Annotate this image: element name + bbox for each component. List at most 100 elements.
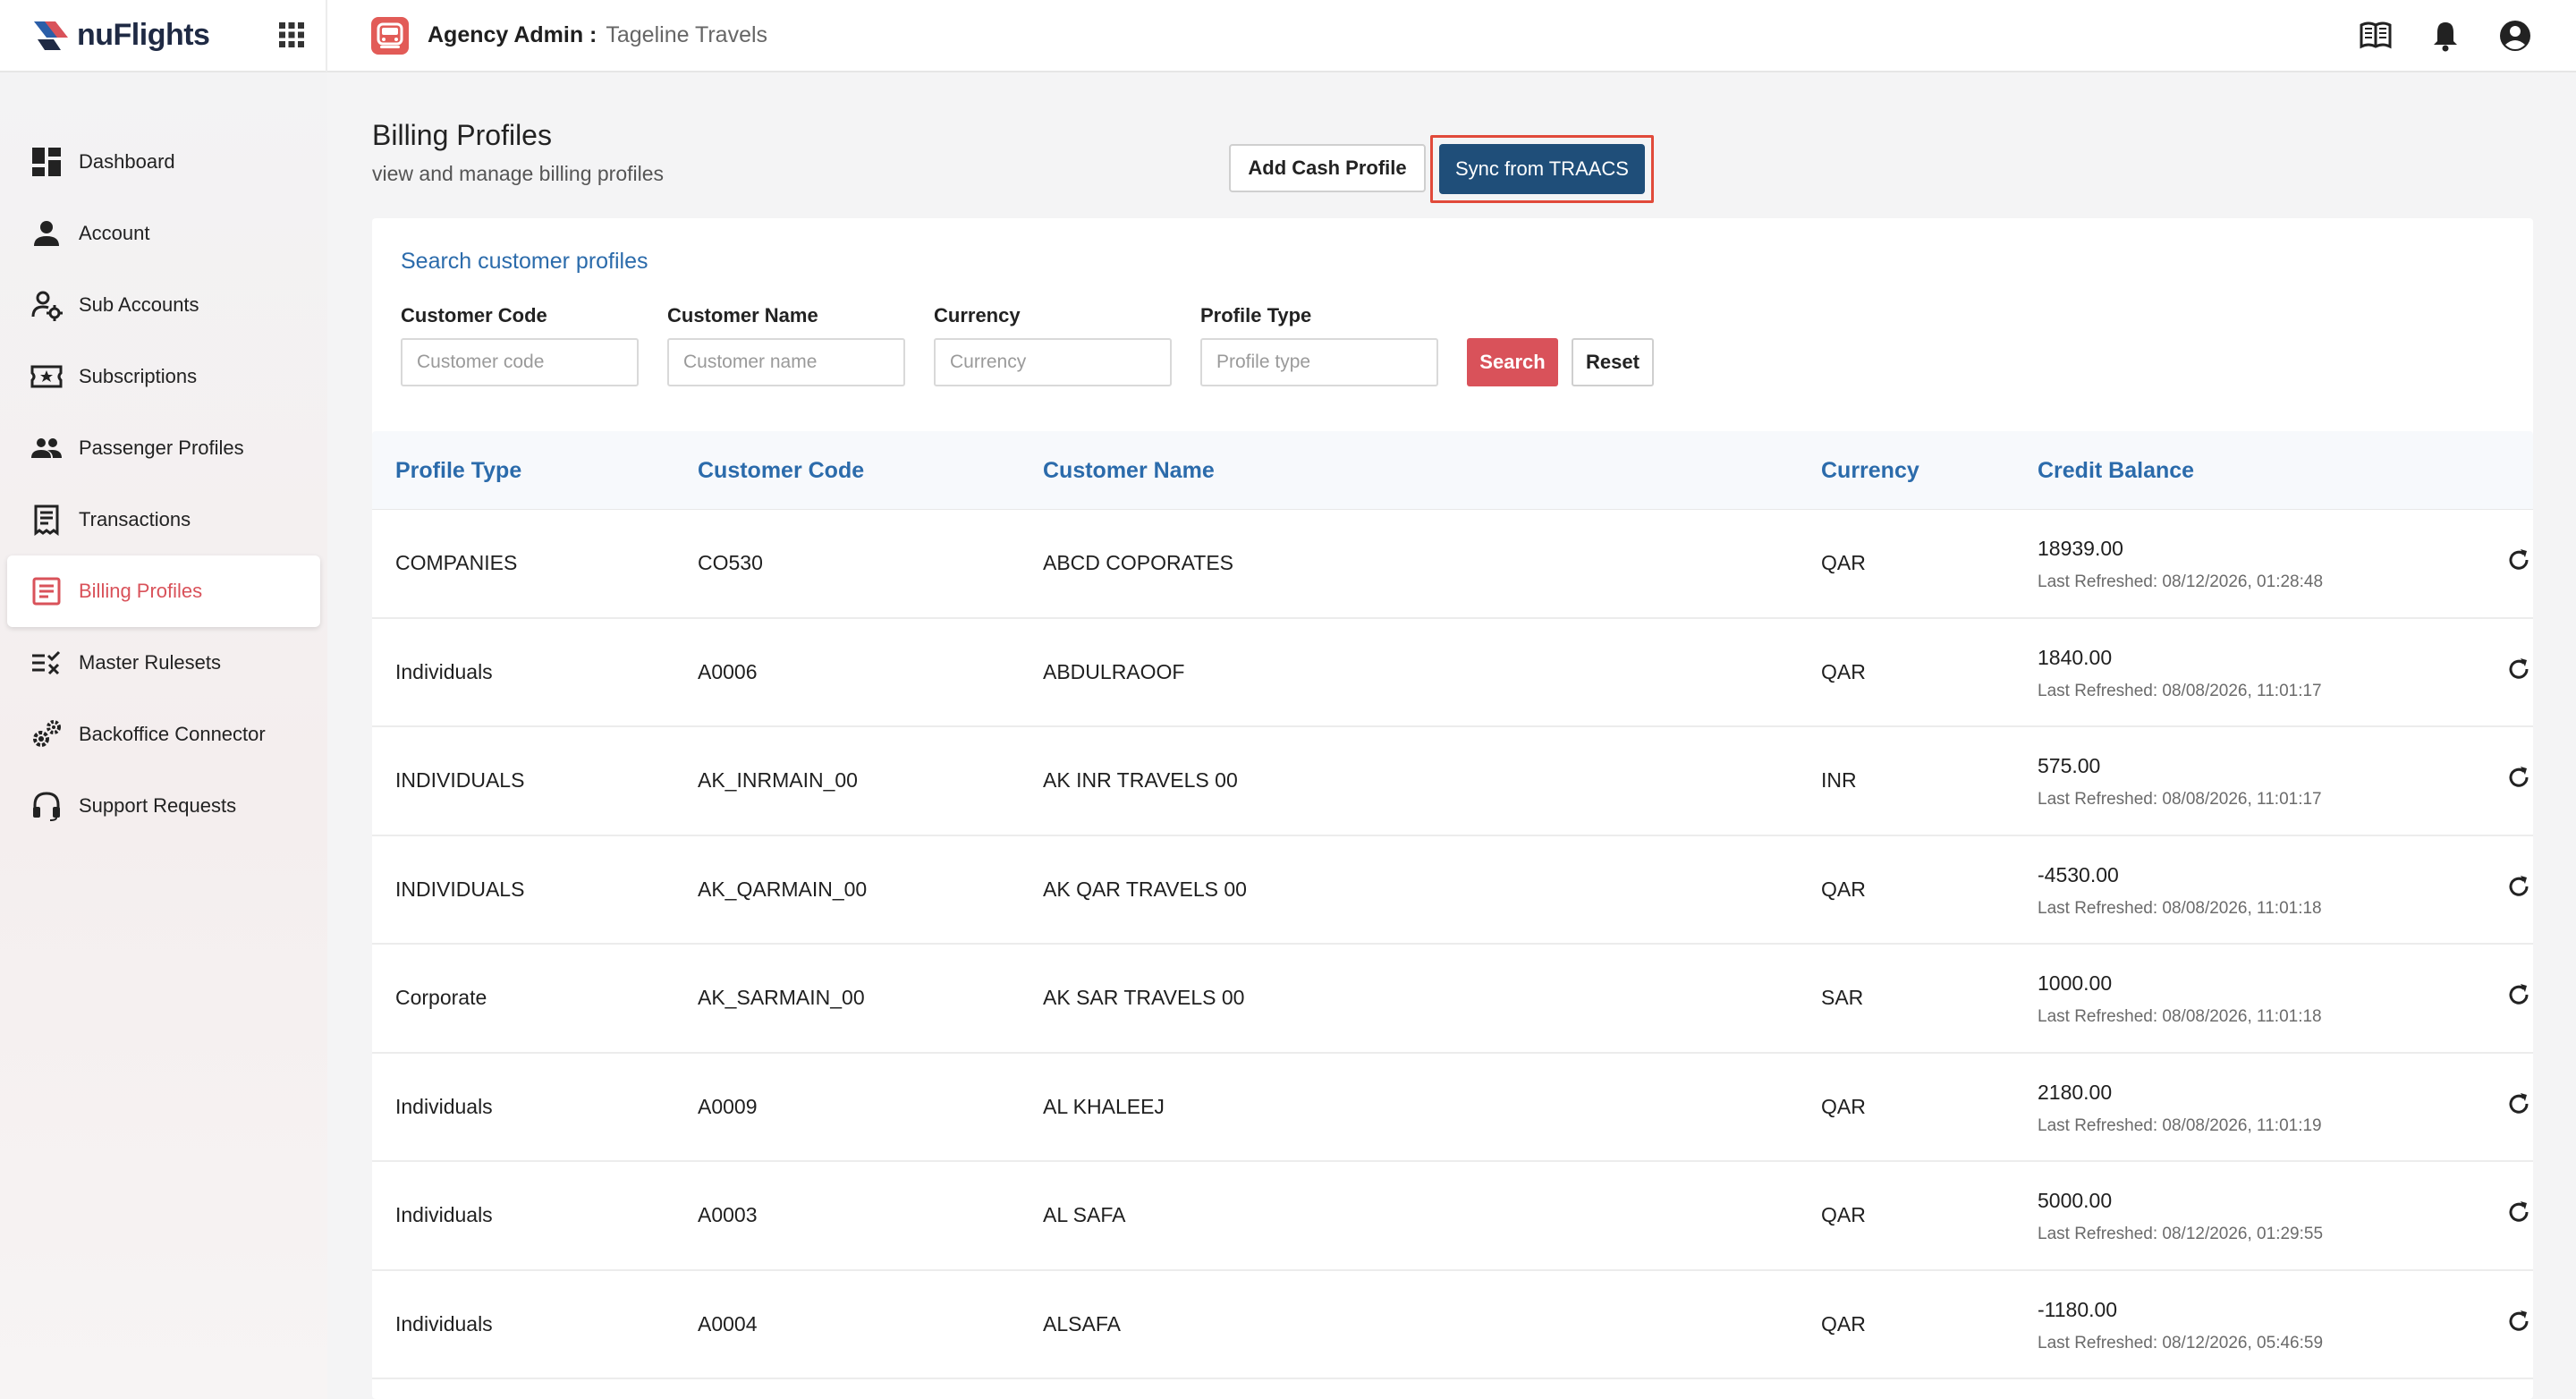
table-row[interactable]: INDIVIDUALS AK_QARMAIN_00 AK QAR TRAVELS… (372, 836, 2533, 945)
sidebar-item-account[interactable]: Account (7, 198, 320, 269)
cell-currency: SAR (1821, 986, 1864, 1009)
cell-credit-balance: 575.00 (2038, 754, 2101, 777)
cell-profile-type: Individuals (395, 659, 493, 683)
table-row[interactable]: Individuals A0003 AL SAFA QAR 5000.00 La… (372, 1162, 2533, 1271)
search-title: Search customer profiles (401, 249, 648, 274)
cell-last-refreshed: Last Refreshed: 08/08/2026, 11:01:17 (2038, 681, 2322, 700)
cell-customer-code: A0003 (698, 1203, 758, 1226)
cell-profile-type: Individuals (395, 1311, 493, 1335)
table-row[interactable]: Individuals A0006 ABDULRAOOF QAR 1840.00… (372, 619, 2533, 727)
sidebar-item-backoffice-connector[interactable]: Backoffice Connector (7, 699, 320, 770)
table-row[interactable]: Individuals A0004 ALSAFA QAR -1180.00 La… (372, 1271, 2533, 1379)
add-cash-profile-button[interactable]: Add Cash Profile (1229, 144, 1426, 192)
search-button[interactable]: Search (1467, 338, 1558, 386)
cell-currency: QAR (1821, 659, 1866, 683)
sidebar-item-subscriptions[interactable]: Subscriptions (7, 341, 320, 412)
cell-credit-balance: 2180.00 (2038, 1080, 2113, 1104)
sidebar-item-label: Account (79, 222, 150, 244)
sidebar-item-billing-profiles[interactable]: Billing Profiles (7, 555, 320, 627)
refresh-icon[interactable] (2504, 1198, 2533, 1226)
table-row[interactable]: COMPANIES CO530 ABCD COPORATES QAR 18939… (372, 510, 2533, 619)
customer-name-label: Customer Name (667, 304, 818, 326)
sidebar-item-support-requests[interactable]: Support Requests (7, 770, 320, 842)
cell-profile-type: COMPANIES (395, 551, 518, 574)
sidebar-item-transactions[interactable]: Transactions (7, 484, 320, 555)
cell-credit-balance: 18939.00 (2038, 537, 2123, 560)
refresh-icon[interactable] (2504, 763, 2533, 792)
column-header-profile-type[interactable]: Profile Type (395, 458, 521, 484)
refresh-icon[interactable] (2504, 980, 2533, 1009)
profile-type-label: Profile Type (1200, 304, 1312, 326)
page-subtitle: view and manage billing profiles (372, 162, 665, 185)
customer-code-input[interactable] (401, 338, 639, 386)
cell-customer-name: ALSAFA (1043, 1311, 1121, 1335)
account-circle-icon[interactable] (2497, 18, 2533, 54)
column-header-credit-balance[interactable]: Credit Balance (2038, 458, 2194, 484)
currency-label: Currency (934, 304, 1021, 326)
people-icon (31, 438, 62, 458)
table-header: Profile Type Customer Code Customer Name… (372, 431, 2533, 510)
cell-last-refreshed: Last Refreshed: 08/08/2026, 11:01:17 (2038, 790, 2322, 809)
gears-icon (33, 720, 61, 747)
sidebar-item-label: Master Rulesets (79, 651, 221, 674)
sidebar-item-label: Dashboard (79, 150, 175, 173)
sync-from-traacs-button[interactable]: Sync from TRAACS (1439, 144, 1645, 194)
sidebar-item-label: Backoffice Connector (79, 723, 266, 745)
refresh-icon[interactable] (2504, 546, 2533, 574)
apps-grid-icon[interactable] (277, 21, 306, 49)
cell-last-refreshed: Last Refreshed: 08/08/2026, 11:01:18 (2038, 898, 2322, 918)
table-row[interactable]: Individuals A0009 AL KHALEEJ QAR 2180.00… (372, 1054, 2533, 1162)
cell-currency: QAR (1821, 551, 1866, 574)
agency-icon (371, 16, 409, 55)
cell-profile-type: Individuals (395, 1203, 493, 1226)
table-row[interactable]: INDIVIDUALS AK_INRMAIN_00 AK INR TRAVELS… (372, 727, 2533, 836)
customer-name-input[interactable] (667, 338, 905, 386)
cell-last-refreshed: Last Refreshed: 08/12/2026, 01:29:55 (2038, 1225, 2324, 1243)
top-icons (2358, 18, 2533, 54)
cell-credit-balance: 5000.00 (2038, 1189, 2113, 1212)
person-icon (34, 221, 59, 246)
cell-last-refreshed: Last Refreshed: 08/12/2026, 01:28:48 (2038, 572, 2324, 591)
refresh-icon[interactable] (2504, 1090, 2533, 1118)
cell-last-refreshed: Last Refreshed: 08/12/2026, 05:46:59 (2038, 1333, 2324, 1352)
cell-profile-type: INDIVIDUALS (395, 768, 525, 792)
cell-customer-name: ABCD COPORATES (1043, 551, 1233, 574)
agency-name: Tageline Travels (606, 22, 768, 47)
cell-customer-code: A0004 (698, 1311, 758, 1335)
cell-currency: QAR (1821, 1311, 1866, 1335)
headset-icon (33, 792, 60, 821)
refresh-icon[interactable] (2504, 1307, 2533, 1335)
cell-customer-name: AL SAFA (1043, 1203, 1126, 1226)
cell-currency: QAR (1821, 877, 1866, 901)
sidebar-item-dashboard[interactable]: Dashboard (7, 126, 320, 198)
nuflights-logo-icon (34, 21, 68, 50)
cell-customer-code: CO530 (698, 551, 763, 574)
cell-credit-balance: 1840.00 (2038, 645, 2113, 669)
sidebar-item-master-rulesets[interactable]: Master Rulesets (7, 627, 320, 699)
sidebar-item-passenger-profiles[interactable]: Passenger Profiles (7, 412, 320, 484)
main-content: Billing Profiles view and manage billing… (327, 72, 2576, 1399)
column-header-customer-name[interactable]: Customer Name (1043, 458, 1215, 484)
column-header-customer-code[interactable]: Customer Code (698, 458, 864, 484)
ticket-star-icon (30, 365, 63, 388)
column-header-currency[interactable]: Currency (1821, 458, 1919, 484)
table-row[interactable]: Corporate AK_SARMAIN_00 AK SAR TRAVELS 0… (372, 945, 2533, 1054)
book-icon[interactable] (2358, 18, 2394, 54)
cell-last-refreshed: Last Refreshed: 08/08/2026, 11:01:19 (2038, 1115, 2322, 1135)
refresh-icon[interactable] (2504, 872, 2533, 901)
cell-customer-name: AK INR TRAVELS 00 (1043, 768, 1238, 792)
sidebar-item-sub-accounts[interactable]: Sub Accounts (7, 269, 320, 341)
cell-credit-balance: 1000.00 (2038, 971, 2113, 995)
refresh-icon[interactable] (2504, 655, 2533, 683)
cell-customer-code: A0009 (698, 1094, 758, 1118)
cell-customer-code: AK_SARMAIN_00 (698, 986, 865, 1009)
bell-icon[interactable] (2428, 18, 2463, 54)
cell-currency: QAR (1821, 1203, 1866, 1226)
rules-check-icon (32, 650, 61, 675)
profile-type-input[interactable] (1200, 338, 1438, 386)
reset-button[interactable]: Reset (1572, 338, 1654, 386)
cell-currency: QAR (1821, 1094, 1866, 1118)
dashboard-icon (32, 148, 61, 176)
cell-customer-name: AK QAR TRAVELS 00 (1043, 877, 1247, 901)
currency-input[interactable] (934, 338, 1172, 386)
